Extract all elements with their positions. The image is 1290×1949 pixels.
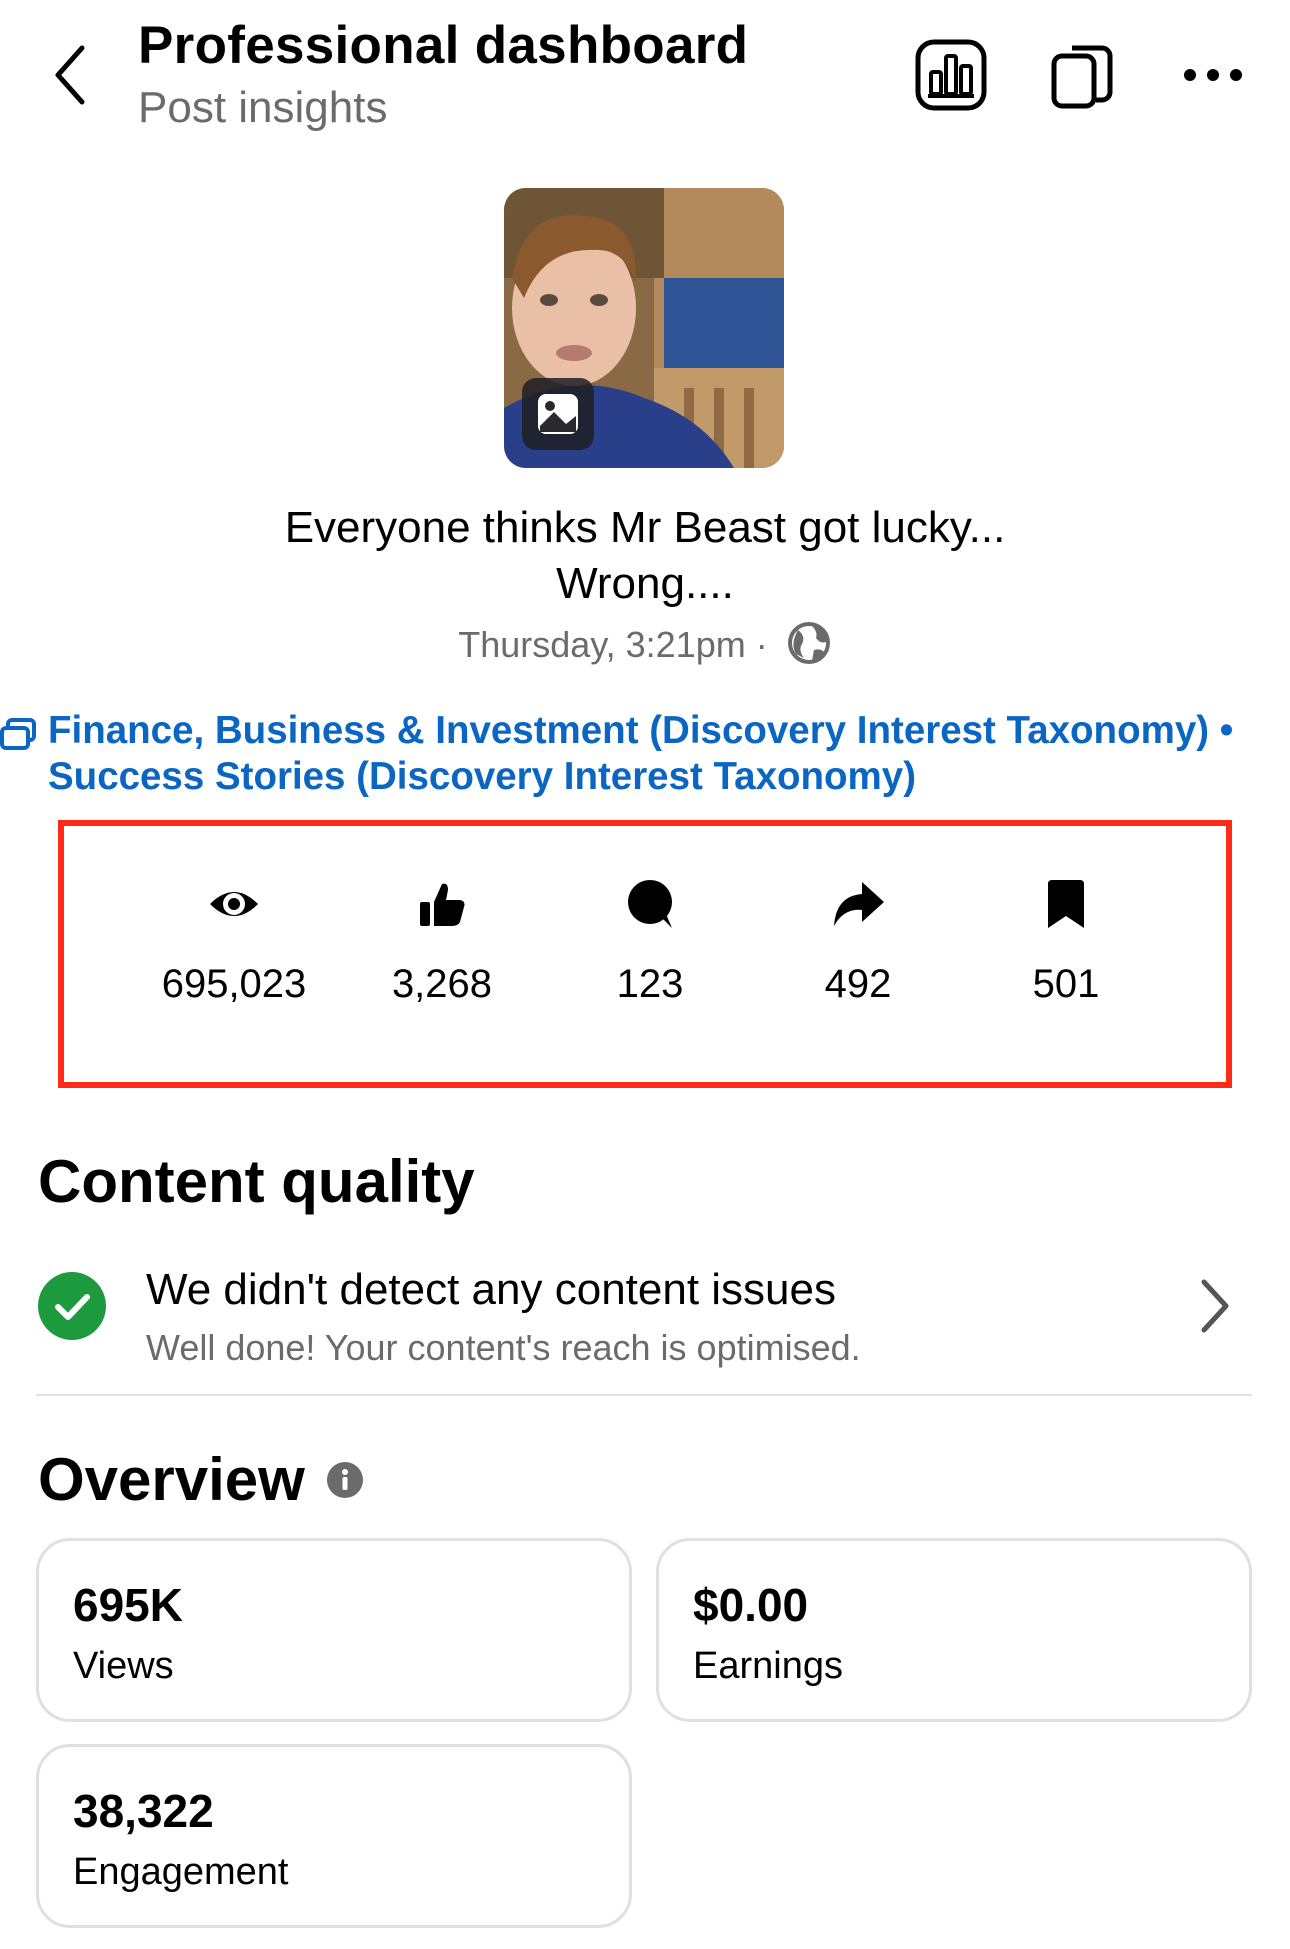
more-icon[interactable] [1178,48,1248,102]
bookmark-icon [1048,880,1084,928]
card-value: 38,322 [73,1785,214,1837]
card-value: $0.00 [693,1579,809,1631]
post-meta: Thursday, 3:21pm · [0,620,1290,670]
content-issues-title[interactable]: We didn't detect any content issues [146,1262,836,1318]
collection-icon [0,718,36,750]
check-circle-icon [38,1272,106,1340]
top-bar: Professional dashboard Post insights [0,0,1290,150]
header-titles: Professional dashboard Post insights [138,14,748,138]
stat-likes[interactable]: 3,268 [337,826,547,1086]
content-issues-subtitle: Well done! Your content's reach is optim… [146,1327,861,1368]
stat-saves[interactable]: 501 [961,826,1171,1086]
share-icon [834,882,884,926]
page-subtitle: Post insights [138,83,388,132]
info-icon[interactable] [326,1461,364,1499]
post-thumbnail[interactable] [504,188,784,468]
stat-shares[interactable]: 492 [753,826,963,1086]
content-quality-heading: Content quality [38,1148,475,1215]
tag-link-success-stories[interactable]: Success Stories (Discovery Interest Taxo… [48,754,916,800]
stat-value: 501 [1032,962,1100,1006]
card-label: Views [73,1645,174,1687]
post-timestamp: Thursday, 3:21pm · [458,624,768,665]
comment-icon [628,880,672,928]
card-label: Engagement [73,1851,289,1893]
eye-icon [210,892,258,916]
chevron-right-icon[interactable] [1194,1276,1234,1336]
stat-views[interactable]: 695,023 [129,826,339,1086]
post-title: Everyone thinks Mr Beast got lucky... Wr… [0,500,1290,612]
stat-value: 492 [824,962,892,1006]
stat-comments[interactable]: 123 [545,826,755,1086]
stat-value: 123 [616,962,684,1006]
thumbs-up-icon [420,883,465,926]
engagement-stats: 695,023 3,268 123 492 501 [58,820,1232,1088]
overview-card-earnings[interactable]: $0.00 Earnings [656,1538,1252,1722]
card-value: 695K [73,1579,183,1631]
insights-chart-icon[interactable] [914,38,988,112]
overview-card-views[interactable]: 695K Views [36,1538,632,1722]
overview-card-engagement[interactable]: 38,322 Engagement [36,1744,632,1928]
page-title: Professional dashboard [138,16,749,75]
stat-value: 695,023 [161,962,307,1006]
divider [36,1394,1252,1396]
post-title-line1: Everyone thinks Mr Beast got lucky... [284,503,1006,552]
tag-link-finance[interactable]: Finance, Business & Investment (Discover… [48,708,1233,754]
copy-icon[interactable] [1046,38,1120,112]
post-title-line2: Wrong.... [556,559,734,608]
overview-heading: Overview [38,1446,305,1513]
globe-icon [787,622,830,665]
stat-value: 3,268 [391,962,493,1006]
back-chevron-icon[interactable] [48,40,98,110]
image-icon [522,378,594,450]
card-label: Earnings [693,1645,843,1687]
